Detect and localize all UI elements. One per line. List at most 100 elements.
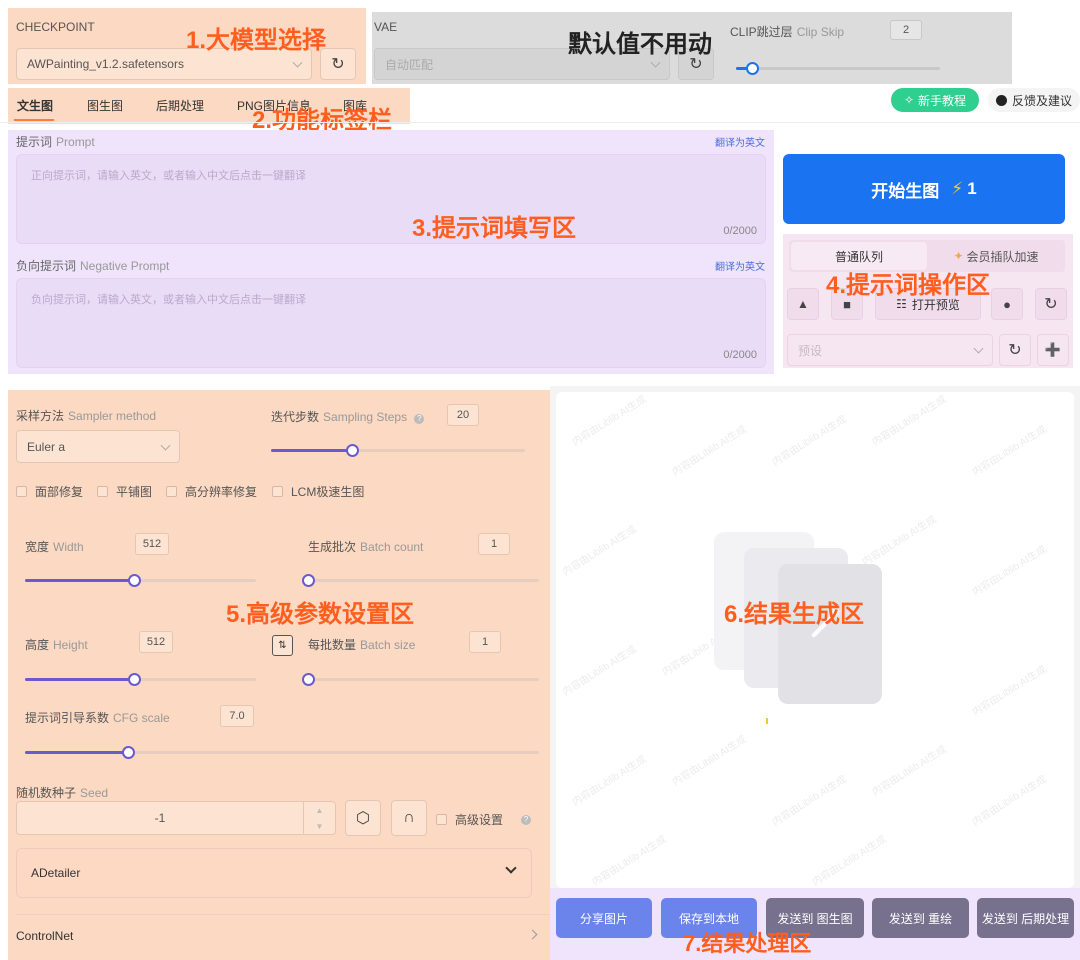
batch-size-label-cn: 每批数量	[308, 638, 357, 652]
send-postprocess-button[interactable]: 发送到 后期处理	[977, 898, 1074, 938]
tab-img2img[interactable]: 图生图	[87, 97, 123, 114]
refresh-icon: ↻	[1044, 296, 1058, 313]
checkbox-box[interactable]	[272, 486, 283, 497]
batch-size-input[interactable]: 1	[469, 631, 501, 653]
watermark: 内容由Liblib AI生成	[670, 424, 749, 479]
cfg-slider[interactable]	[25, 746, 539, 759]
negative-prompt-placeholder: 负向提示词，请输入英文，或者输入中文后点击一键翻译	[31, 294, 306, 306]
slider-knob[interactable]	[121, 746, 135, 759]
watermark: 内容由Liblib AI生成	[970, 774, 1049, 829]
refresh-icon: ↻	[331, 56, 345, 73]
slider-knob[interactable]	[127, 574, 141, 587]
clip-skip-label: CLIP跳过层 Clip Skip	[730, 23, 844, 40]
checkbox-box[interactable]	[97, 486, 108, 497]
watermark: 内容由Liblib AI生成	[770, 414, 849, 469]
checkbox-box[interactable]	[166, 486, 177, 497]
chevron-down-icon[interactable]: ▼	[316, 822, 324, 831]
checkpoint-label: CHECKPOINT	[16, 20, 95, 34]
batch-count-label-cn: 生成批次	[308, 540, 357, 554]
checkbox-box[interactable]	[16, 486, 27, 497]
tutorial-button[interactable]: ✧ 新手教程	[891, 88, 979, 112]
sampler-select[interactable]: Euler a	[16, 430, 180, 463]
batch-size-label-en: Batch size	[360, 638, 416, 652]
adetailer-label: ADetailer	[31, 866, 81, 880]
width-slider[interactable]	[25, 574, 256, 587]
queue-vip-label: 会员插队加速	[966, 249, 1039, 264]
preset-refresh-button[interactable]: ↻	[999, 334, 1031, 366]
generate-button[interactable]: 开始生图 ⚡ 1	[783, 154, 1065, 224]
seed-stepper[interactable]: ▲ ▼	[303, 802, 335, 834]
refresh-style-button[interactable]: ↻	[1035, 288, 1067, 320]
annotation-default: 默认值不用动	[568, 31, 712, 58]
swap-dimensions-button[interactable]: ⇅	[272, 635, 293, 656]
chevron-up-icon[interactable]: ▲	[316, 806, 324, 815]
share-image-button[interactable]: 分享图片	[556, 898, 652, 938]
header-divider	[0, 122, 1080, 123]
chevron-down-icon	[292, 57, 303, 68]
negative-prompt-textarea[interactable]: 负向提示词，请输入英文，或者输入中文后点击一键翻译 0/2000	[16, 278, 766, 368]
checkbox-label: 高级设置	[455, 813, 504, 827]
watermark: 内容由Liblib AI生成	[970, 424, 1049, 479]
tab-postprocess[interactable]: 后期处理	[156, 97, 204, 114]
checkbox-tiling[interactable]: 平铺图	[97, 483, 152, 500]
save-style-button[interactable]: ●	[991, 288, 1023, 320]
sampler-label-en: Sampler method	[68, 409, 157, 423]
checkbox-face-restore[interactable]: 面部修复	[16, 483, 83, 500]
checkbox-advanced[interactable]: 高级设置 ?	[436, 811, 532, 828]
help-icon: ?	[521, 814, 532, 825]
cfg-label-en: CFG scale	[113, 711, 170, 725]
steps-label: 迭代步数 Sampling Steps ?	[271, 408, 425, 425]
batch-size-slider[interactable]	[302, 673, 539, 686]
checkbox-hires-fix[interactable]: 高分辨率修复	[166, 483, 257, 500]
width-input[interactable]: 512	[135, 533, 169, 555]
clip-skip-input[interactable]: 2	[890, 20, 922, 40]
send-inpaint-button[interactable]: 发送到 重绘	[872, 898, 969, 938]
watermark: 内容由Liblib AI生成	[560, 524, 639, 579]
watermark: 内容由Liblib AI生成	[860, 514, 939, 569]
annotation-4: 4.提示词操作区	[826, 272, 991, 299]
preset-select[interactable]: 预设	[787, 334, 993, 366]
checkbox-lcm[interactable]: LCM极速生图	[272, 483, 364, 500]
height-slider[interactable]	[25, 673, 256, 686]
prompt-translate-link[interactable]: 翻译为英文	[715, 134, 765, 149]
random-seed-button[interactable]: ⬡	[345, 800, 381, 836]
chevron-right-icon	[527, 929, 538, 940]
adetailer-panel[interactable]: ADetailer	[16, 848, 532, 898]
height-input[interactable]: 512	[139, 631, 173, 653]
seed-input[interactable]: -1 ▲ ▼	[16, 801, 336, 835]
sampler-label: 采样方法 Sampler method	[16, 407, 156, 424]
watermark: 内容由Liblib AI生成	[770, 774, 849, 829]
slider-knob[interactable]	[302, 574, 315, 587]
paste-button[interactable]: ▲	[787, 288, 819, 320]
clip-skip-label-cn: CLIP跳过层	[730, 25, 793, 39]
checkbox-label: 平铺图	[116, 485, 153, 499]
steps-input[interactable]: 20	[447, 404, 479, 426]
annotation-5: 5.高级参数设置区	[226, 601, 415, 628]
negative-prompt-label-en: Negative Prompt	[80, 259, 170, 273]
file-add-icon: ➕	[1044, 342, 1062, 357]
cfg-input[interactable]: 7.0	[220, 705, 254, 727]
watermark: 内容由Liblib AI生成	[670, 734, 749, 789]
tab-txt2img[interactable]: 文生图	[17, 97, 53, 114]
help-icon: ?	[414, 414, 425, 424]
tutorial-label: 新手教程	[918, 93, 967, 108]
controlnet-row[interactable]: ControlNet	[8, 918, 550, 954]
reuse-seed-button[interactable]: ∩	[391, 800, 427, 836]
batch-count-slider[interactable]	[302, 574, 539, 587]
checkbox-box[interactable]	[436, 814, 447, 825]
preset-add-button[interactable]: ➕	[1037, 334, 1069, 366]
batch-count-input[interactable]: 1	[478, 533, 510, 555]
slider-knob[interactable]	[127, 673, 141, 686]
negative-translate-link[interactable]: 翻译为英文	[715, 258, 765, 273]
prompt-textarea[interactable]: 正向提示词，请输入英文，或者输入中文后点击一键翻译 0/2000	[16, 154, 766, 244]
steps-slider[interactable]	[271, 444, 525, 457]
clip-skip-slider[interactable]	[736, 62, 940, 75]
checkpoint-value: AWPainting_v1.2.safetensors	[27, 57, 184, 71]
negative-prompt-label-cn: 负向提示词	[16, 259, 77, 273]
slider-knob[interactable]	[302, 673, 315, 686]
batch-count-label-en: Batch count	[360, 540, 424, 554]
feedback-label: 反馈及建议	[1011, 93, 1072, 108]
feedback-button[interactable]: 反馈及建议	[988, 88, 1080, 112]
save-icon: ●	[1003, 296, 1011, 312]
chevron-down-icon	[650, 57, 661, 68]
